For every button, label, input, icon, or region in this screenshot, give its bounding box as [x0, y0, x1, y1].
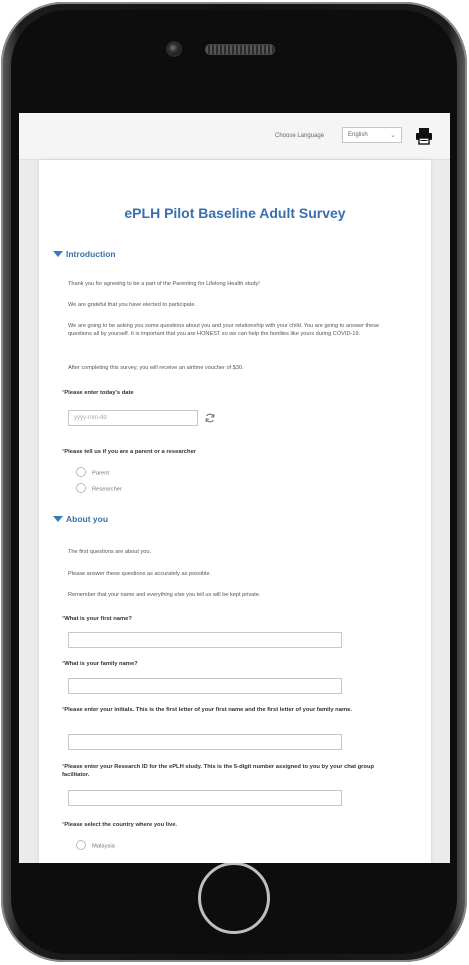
initials-input[interactable] [68, 734, 342, 750]
radio-malaysia-label: Malaysia [92, 843, 115, 850]
caret-down-icon [53, 250, 63, 257]
radio-researcher-label: Researcher [92, 486, 122, 493]
print-icon[interactable] [415, 127, 433, 145]
radio-circle[interactable] [76, 467, 86, 477]
question-initials-label: Please enter your initials. This is the … [64, 707, 352, 713]
question-first-name-label: What is your first name? [64, 616, 132, 622]
section-introduction-label: Introduction [66, 249, 116, 259]
question-initials: *Please enter your initials. This is the… [62, 706, 392, 714]
survey-title: ePLH Pilot Baseline Adult Survey [124, 205, 346, 221]
radio-malaysia[interactable]: Malaysia [76, 840, 115, 851]
speaker-grille [205, 44, 275, 55]
caret-down-icon [53, 515, 63, 522]
question-role: *Please tell us if you are a parent or a… [62, 448, 402, 456]
intro-paragraph: Thank you for agreeing to be a part of t… [68, 281, 260, 287]
date-input[interactable]: yyyy-mm-dd [68, 410, 198, 426]
question-date: *Please enter today's date [62, 389, 402, 397]
question-family-name: *What is your family name? [62, 660, 402, 668]
radio-researcher[interactable]: Researcher [76, 483, 122, 494]
language-label: Choose Language [275, 133, 325, 139]
camera-icon [168, 43, 180, 55]
radio-parent-label: Parent [92, 470, 110, 477]
section-about-you[interactable]: About you [53, 514, 108, 524]
question-first-name: *What is your first name? [62, 615, 402, 623]
section-about-you-label: About you [66, 514, 109, 524]
home-button[interactable] [198, 862, 270, 934]
question-research-id: *Please enter your Research ID for the e… [62, 763, 382, 780]
screen: Choose Language English ⌄ ePLH Pilot Bas… [19, 113, 450, 863]
intro-paragraph: We are grateful that you have elected to… [68, 302, 197, 308]
section-introduction[interactable]: Introduction [53, 249, 116, 259]
survey-toolbar: Choose Language English ⌄ [19, 113, 450, 160]
question-country-label: Please select the country where you live… [64, 822, 178, 828]
question-family-name-label: What is your family name? [64, 661, 138, 667]
family-name-input[interactable] [68, 678, 342, 694]
language-select[interactable]: English ⌄ [342, 127, 402, 143]
radio-circle[interactable] [76, 840, 86, 850]
radio-parent[interactable]: Parent [76, 467, 110, 478]
refresh-icon[interactable] [204, 412, 216, 424]
first-name-input[interactable] [68, 632, 342, 648]
about-paragraph: Please answer these questions as accurat… [68, 571, 212, 577]
question-role-label: Please tell us if you are a parent or a … [64, 449, 197, 455]
intro-paragraph: We are going to be asking you some quest… [68, 323, 380, 338]
radio-circle[interactable] [76, 483, 86, 493]
survey-card: ePLH Pilot Baseline Adult Survey Introdu… [39, 160, 431, 863]
chevron-down-icon: ⌄ [390, 132, 396, 139]
about-paragraph: The first questions are about you. [68, 549, 152, 555]
question-date-label: Please enter today's date [64, 390, 134, 396]
language-value: English [348, 132, 368, 138]
intro-paragraph: After completing this survey, you will r… [68, 365, 244, 371]
research-id-input[interactable] [68, 790, 342, 806]
about-paragraph: Remember that your name and everything e… [68, 592, 261, 598]
question-research-id-label: Please enter your Research ID for the eP… [62, 764, 375, 779]
question-country: *Please select the country where you liv… [62, 821, 402, 829]
